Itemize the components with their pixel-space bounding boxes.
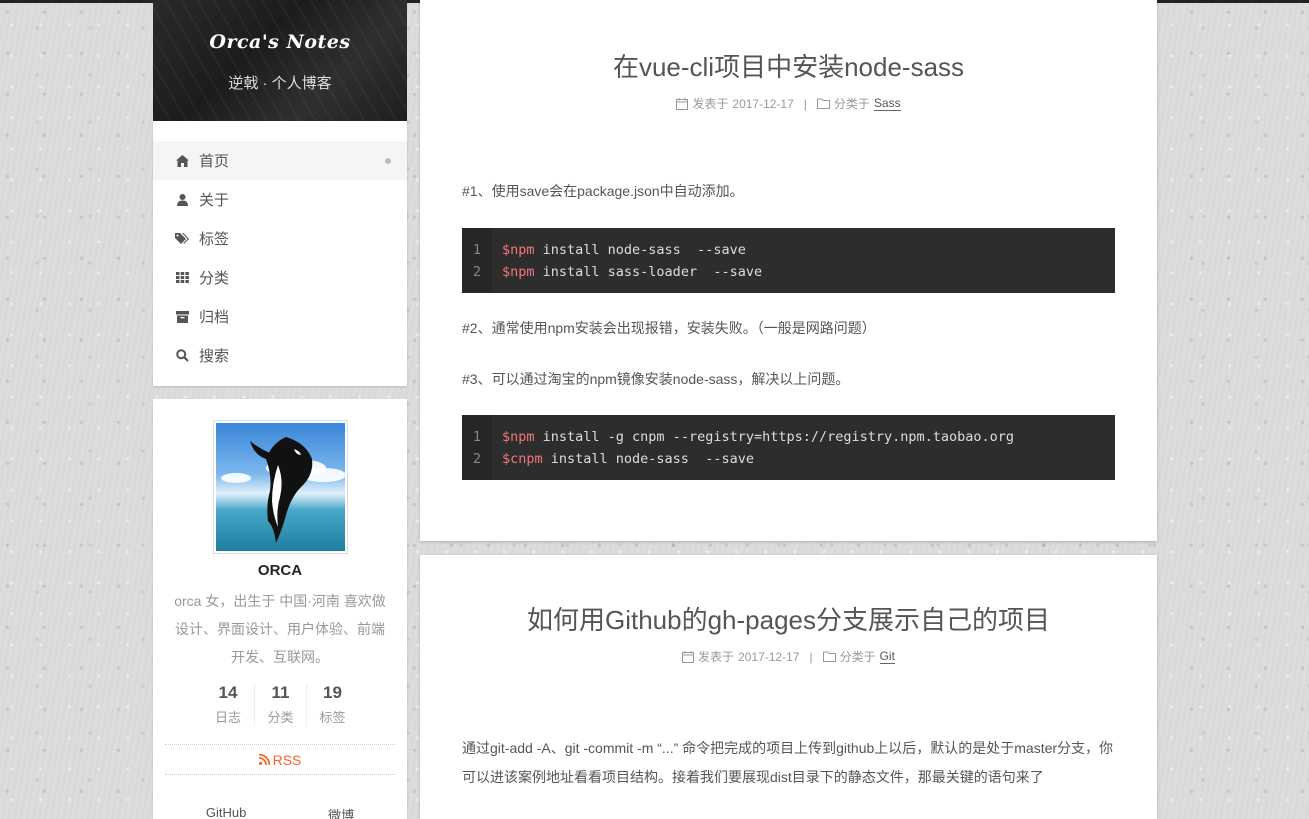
line-numbers: 1 2 [462,415,492,480]
author-profile: ORCA orca 女，出生于 中国·河南 喜欢做设计、界面设计、用户体验、前端… [153,399,407,819]
post-title[interactable]: 如何用Github的gh-pages分支展示自己的项目 [420,555,1157,637]
post-paragraph: 通过git-add -A、git -commit -m “...” 命令把完成的… [462,740,1114,785]
meta-divider: | [803,96,807,111]
menu-item-label: 归档 [199,309,230,326]
site-brand: Orca's Notes 逆戟 · 个人博客 [153,0,407,121]
menu-item-search[interactable]: 搜索 [153,336,407,375]
code-lines: $npm install -g cnpm --registry=https://… [492,426,1014,470]
author-avatar [213,421,347,553]
code-command: install node-sass --save [542,450,754,467]
folder-icon [822,651,836,662]
tags-icon [175,232,189,246]
home-icon [175,154,189,168]
menu-item-label: 分类 [199,270,230,287]
stat-count: 14 [218,683,238,702]
code-prompt: $cnpm [502,450,543,467]
stat-label: 分类 [267,710,294,725]
social-links: GitHub 微博 [165,805,395,819]
active-dot [385,158,391,164]
code-block: 1 2 $npm install node-sass --save $npm in… [462,228,1115,293]
post-meta: 发表于 2017-12-17 | 分类于 Sass [420,95,1157,112]
code-command: install sass-loader --save [534,263,763,280]
site-title[interactable]: Orca's Notes [153,0,407,53]
menu-item-label: 首页 [199,153,230,170]
line-number: 2 [472,450,482,467]
posted-label: 发表于 [692,97,729,111]
code-line: $npm install sass-loader --save [502,261,762,283]
post-category-link[interactable]: Git [879,649,895,664]
archive-icon [175,310,189,324]
post-body: 通过git-add -A、git -commit -m “...” 命令把完成的… [420,734,1157,792]
folder-icon [816,98,830,109]
site-stats: 14 日志 11 分类 19 标签 [165,683,395,726]
author-description: orca 女，出生于 中国·河南 喜欢做设计、界面设计、用户体验、前端开发、互联… [174,593,386,665]
rss-link[interactable]: RSS [165,744,395,775]
stat-posts[interactable]: 14 日志 [202,683,254,726]
th-icon [175,271,189,285]
code-prompt: $npm [502,241,535,258]
stat-label: 标签 [319,710,346,725]
stat-count: 11 [271,683,290,702]
menu-item-label: 搜索 [199,348,230,365]
post-title[interactable]: 在vue-cli项目中安装node-sass [420,0,1157,84]
main-menu: 首页 关于 标签 分类 归档 搜索 [153,121,407,386]
calendar-icon [682,650,695,663]
post-paragraph: #3、可以通过淘宝的npm镜像安装node-sass，解决以上问题。 [462,371,850,387]
post-date: 2017-12-17 [738,649,800,664]
line-number: 2 [472,263,482,280]
code-lines: $npm install node-sass --save $npm instal… [492,239,762,283]
post-meta: 发表于 2017-12-17 | 分类于 Git [420,648,1157,665]
site-subtitle: 逆戟 · 个人博客 [228,75,332,92]
menu-item-label: 标签 [199,231,230,248]
code-prompt: $npm [502,263,535,280]
post-category-link[interactable]: Sass [873,96,901,111]
weibo-link[interactable]: 微博 [328,805,354,819]
sidebar: Orca's Notes 逆戟 · 个人博客 首页 关于 标签 分类 归档 搜索… [153,0,407,819]
github-link[interactable]: GitHub [206,805,246,819]
menu-item-about[interactable]: 关于 [153,180,407,219]
post-paragraph: #1、使用save会在package.json中自动添加。 [462,183,744,199]
category-label: 分类于 [839,650,876,664]
line-numbers: 1 2 [462,228,492,293]
code-prompt: $npm [502,428,535,445]
line-number: 1 [472,241,482,258]
code-line: $npm install -g cnpm --registry=https://… [502,426,1014,448]
menu-item-archives[interactable]: 归档 [153,297,407,336]
code-command: install node-sass --save [534,241,746,258]
code-command: install -g cnpm --registry=https://regis… [534,428,1015,445]
line-number: 1 [472,428,482,445]
user-icon [175,193,189,207]
code-line: $npm install node-sass --save [502,239,762,261]
code-line: $cnpm install node-sass --save [502,448,1014,470]
post-card: 如何用Github的gh-pages分支展示自己的项目 发表于 2017-12-… [420,555,1157,819]
menu-item-tags[interactable]: 标签 [153,219,407,258]
stat-categories[interactable]: 11 分类 [254,683,306,726]
search-icon [175,349,189,363]
rss-icon [258,754,270,765]
category-label: 分类于 [833,97,870,111]
menu-item-home[interactable]: 首页 [153,141,407,180]
menu-item-categories[interactable]: 分类 [153,258,407,297]
calendar-icon [676,97,689,110]
stat-tags[interactable]: 19 标签 [306,683,358,726]
stat-count: 19 [323,683,342,702]
rss-label: RSS [272,751,302,768]
post-paragraph: #2、通常使用npm安装会出现报错，安装失败。（一般是网路问题） [462,320,876,336]
author-name: ORCA [257,562,303,579]
post-card: 在vue-cli项目中安装node-sass 发表于 2017-12-17 | … [420,0,1157,541]
menu-item-label: 关于 [199,192,230,209]
stat-label: 日志 [214,710,241,725]
posted-label: 发表于 [698,650,735,664]
meta-divider: | [809,649,813,664]
post-body: #1、使用save会在package.json中自动添加。 1 2 $npm i… [420,177,1157,480]
post-date: 2017-12-17 [732,96,794,111]
code-block: 1 2 $npm install -g cnpm --registry=http… [462,415,1115,480]
